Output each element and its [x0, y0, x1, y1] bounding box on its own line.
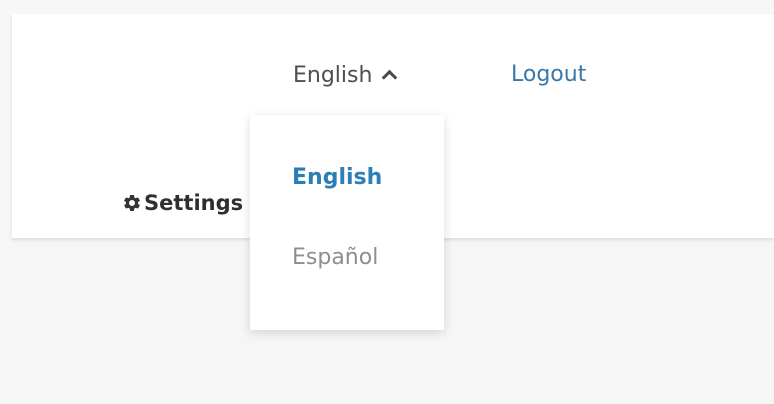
settings-link[interactable]: Settings: [122, 190, 262, 216]
language-dropdown-menu: English Español: [250, 115, 444, 330]
chevron-up-icon: [382, 69, 398, 85]
settings-label: Settings: [144, 191, 244, 215]
logout-link[interactable]: Logout: [511, 60, 586, 90]
top-strip: [0, 0, 774, 14]
gear-icon: [124, 194, 140, 211]
language-selector-label: English: [293, 62, 373, 88]
language-option-espanol[interactable]: Español: [292, 243, 378, 273]
language-selector[interactable]: English: [293, 60, 398, 90]
language-option-english[interactable]: English: [292, 163, 382, 193]
